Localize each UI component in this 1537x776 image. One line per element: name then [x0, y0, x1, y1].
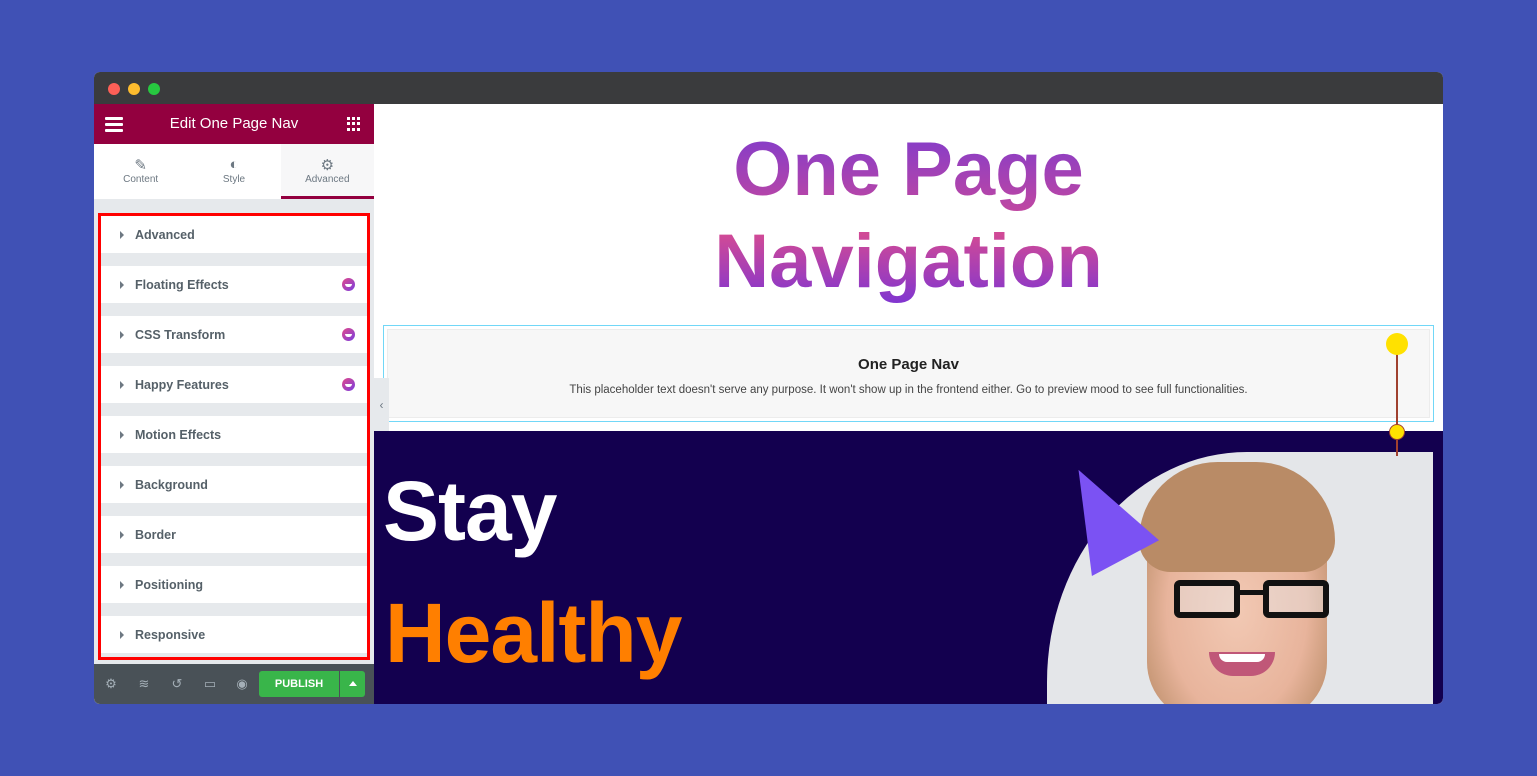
scroll-indicator-dot[interactable] [1389, 424, 1405, 440]
caret-right-icon [120, 630, 124, 639]
tab-advanced[interactable]: ⚙ Advanced [280, 144, 375, 199]
happy-addons-icon [342, 378, 355, 391]
section-label: Advanced [135, 227, 195, 242]
hero-line-1: One Page [733, 127, 1084, 212]
browser-window: Edit One Page Nav ✎ Content ◐ Style ⚙ Ad… [94, 72, 1443, 704]
caret-right-icon [120, 230, 124, 239]
section-happy-features[interactable]: Happy Features [101, 366, 367, 403]
grid-icon[interactable] [347, 117, 361, 131]
caret-right-icon [120, 380, 124, 389]
hero-heading: One Page Navigation [374, 124, 1443, 308]
section-label: Positioning [135, 577, 204, 592]
editor-sidebar: Edit One Page Nav ✎ Content ◐ Style ⚙ Ad… [94, 104, 375, 704]
happy-addons-icon [342, 278, 355, 291]
section-border[interactable]: Border [101, 516, 367, 553]
section-css-transform[interactable]: CSS Transform [101, 316, 367, 353]
preview-icon[interactable]: ◉ [234, 676, 250, 692]
caret-right-icon [120, 330, 124, 339]
publish-button[interactable]: PUBLISH [259, 671, 339, 697]
preview-canvas: One Page Navigation One Page Nav This pl… [374, 104, 1443, 704]
advanced-sections-list: Advanced Floating Effects CSS Transform … [98, 213, 370, 660]
section-label: Motion Effects [135, 427, 222, 442]
section-label: Background [135, 477, 208, 492]
section-label: CSS Transform [135, 327, 226, 342]
pencil-icon: ✎ [134, 157, 147, 174]
navigator-icon[interactable]: ≋ [136, 676, 152, 692]
section-label: Responsive [135, 627, 206, 642]
widget-placeholder: One Page Nav This placeholder text doesn… [387, 329, 1430, 418]
caret-right-icon [120, 430, 124, 439]
banner-word-stay: Stay [383, 464, 557, 558]
responsive-mode-icon[interactable]: ▭ [202, 676, 218, 692]
section-label: Border [135, 527, 176, 542]
section-responsive[interactable]: Responsive [101, 616, 367, 653]
section-positioning[interactable]: Positioning [101, 566, 367, 603]
settings-icon[interactable]: ⚙ [103, 676, 119, 692]
section-advanced[interactable]: Advanced [101, 216, 367, 253]
section-motion-effects[interactable]: Motion Effects [101, 416, 367, 453]
scroll-indicator-dot[interactable] [1386, 333, 1408, 355]
caret-right-icon [120, 530, 124, 539]
contrast-icon: ◐ [229, 156, 239, 173]
sidebar-footer: ⚙ ≋ ↺ ▭ ◉ PUBLISH [94, 664, 374, 704]
panel-tabs: ✎ Content ◐ Style ⚙ Advanced [94, 144, 375, 199]
gear-icon: ⚙ [320, 157, 335, 174]
caret-right-icon [120, 480, 124, 489]
history-icon[interactable]: ↺ [169, 676, 185, 692]
section-label: Floating Effects [135, 277, 229, 292]
tab-label: Advanced [305, 174, 350, 185]
happy-addons-icon [342, 328, 355, 341]
widget-title: One Page Nav [858, 356, 959, 373]
section-label: Happy Features [135, 377, 229, 392]
section-background[interactable]: Background [101, 466, 367, 503]
banner-word-healthy: Healthy [385, 586, 682, 680]
tab-content[interactable]: ✎ Content [94, 144, 187, 199]
caret-right-icon [120, 280, 124, 289]
widget-placeholder-text: This placeholder text doesn't serve any … [569, 384, 1248, 396]
caret-right-icon [120, 580, 124, 589]
glasses-shape [1174, 580, 1329, 620]
panel-title: Edit One Page Nav [169, 115, 299, 132]
tab-label: Style [222, 174, 246, 185]
tab-style[interactable]: ◐ Style [187, 144, 280, 199]
tab-label: Content [123, 174, 159, 185]
one-page-nav-widget[interactable]: One Page Nav This placeholder text doesn… [383, 325, 1434, 422]
maximize-window-button[interactable] [148, 83, 160, 95]
publish-options-button[interactable] [340, 671, 365, 697]
sidebar-header: Edit One Page Nav [94, 104, 374, 144]
minimize-window-button[interactable] [128, 83, 140, 95]
hair-shape [1139, 462, 1335, 572]
section-floating-effects[interactable]: Floating Effects [101, 266, 367, 303]
banner-section: Stay Healthy [374, 431, 1443, 704]
collapse-panel-button[interactable]: ‹ [374, 378, 389, 432]
window-titlebar [94, 72, 1443, 104]
hero-line-2: Navigation [714, 219, 1103, 304]
close-window-button[interactable] [108, 83, 120, 95]
